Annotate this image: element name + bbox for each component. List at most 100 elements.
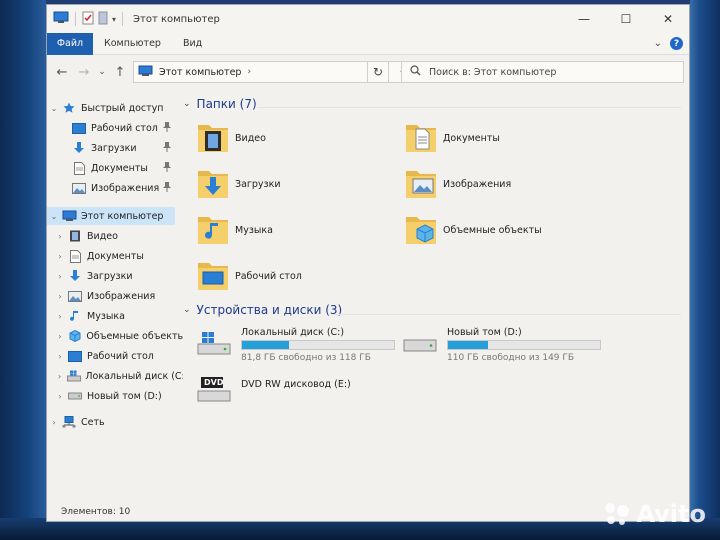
windows-drive-icon (66, 370, 81, 382)
explorer-window: ▾ Этот компьютер — ☐ ✕ Файл Компьютер Ви… (46, 4, 690, 522)
sidebar-item-3d-objects[interactable]: › Объемные объекты (47, 327, 183, 345)
drive-icon (67, 390, 83, 402)
folder-video[interactable]: Видео (197, 117, 397, 159)
drive-e-name: DVD RW дисковод (E:) (241, 379, 351, 390)
devices-group-header[interactable]: ⌄ Устройства и диски (3) (183, 303, 342, 317)
pin-icon (163, 142, 171, 154)
pictures-icon (71, 182, 87, 194)
back-button[interactable]: ← (51, 65, 73, 80)
sidebar-item-new-volume-d[interactable]: › Новый том (D:) (47, 387, 183, 405)
sidebar-item-video[interactable]: › Видео (47, 227, 183, 245)
ribbon-tabs: Файл Компьютер Вид ⌄ ? (47, 32, 689, 55)
download-icon (71, 142, 87, 154)
navigation-pane: ⌄ Быстрый доступ Рабочий стол Загрузки Д… (47, 95, 183, 495)
search-input[interactable]: Поиск в: Этот компьютер (429, 67, 556, 78)
window-title: Этот компьютер (133, 13, 220, 25)
chevron-right-icon[interactable]: › (47, 418, 61, 427)
sidebar-item-pictures-pinned[interactable]: Изображения (47, 179, 177, 197)
chevron-down-icon[interactable]: ⌄ (183, 305, 191, 315)
folder-downloads[interactable]: Загрузки (197, 163, 397, 205)
window-controls: — ☐ ✕ (563, 5, 689, 33)
chevron-right-icon[interactable]: › (53, 292, 67, 301)
drive-d-usage-fill (448, 341, 488, 349)
recent-locations-button[interactable]: ⌄ (95, 67, 109, 77)
folder-pictures[interactable]: Изображения (405, 163, 605, 205)
music-icon (67, 310, 83, 322)
sidebar-item-desktop[interactable]: › Рабочий стол (47, 347, 183, 365)
sidebar-item-quick-access[interactable]: ⌄ Быстрый доступ (47, 99, 177, 117)
close-button[interactable]: ✕ (647, 5, 689, 33)
help-icon[interactable]: ? (670, 37, 683, 50)
chevron-right-icon[interactable]: › (53, 252, 67, 261)
download-icon (67, 270, 83, 282)
folder-desktop[interactable]: Рабочий стол (197, 255, 397, 297)
sidebar-item-desktop-pinned[interactable]: Рабочий стол (47, 119, 177, 137)
folder-3d-objects[interactable]: Объемные объекты (405, 209, 605, 251)
sidebar-item-local-disk-c[interactable]: › Локальный диск (C:) (47, 367, 183, 385)
watermark-text: Avito (636, 500, 706, 528)
drive-d[interactable]: Новый том (D:) 110 ГБ свободно из 149 ГБ (403, 327, 613, 367)
music-folder-icon (198, 217, 228, 244)
video-icon (67, 230, 83, 242)
devices-header-label: Устройства и диски (3) (196, 303, 343, 317)
chevron-right-icon[interactable]: › (53, 332, 67, 341)
3d-objects-icon (67, 330, 83, 342)
properties-icon[interactable] (82, 11, 94, 28)
drive-d-name: Новый том (D:) (447, 327, 522, 338)
dvd-badge: DVD (204, 378, 224, 387)
sidebar-item-documents-pinned[interactable]: Документы (47, 159, 177, 177)
windows-drive-icon (197, 331, 231, 358)
drive-e[interactable]: DVD DVD RW дисковод (E:) (197, 375, 407, 415)
sidebar-item-documents[interactable]: › Документы (47, 247, 183, 265)
desktop-icon (71, 122, 87, 134)
chevron-right-icon[interactable]: › (53, 272, 67, 281)
chevron-right-icon[interactable]: › (53, 352, 67, 361)
maximize-button[interactable]: ☐ (605, 5, 647, 33)
content-pane: ⌄ Папки (7) Видео Документы Загрузки Изо… (183, 95, 689, 505)
expand-ribbon-icon[interactable]: ⌄ (654, 38, 662, 49)
tab-view[interactable]: Вид (172, 33, 213, 55)
breadcrumb-arrow-icon[interactable]: › (247, 67, 251, 77)
3d-objects-folder-icon (406, 217, 436, 244)
minimize-button[interactable]: — (563, 5, 605, 33)
pin-icon (163, 182, 171, 194)
chevron-right-icon[interactable]: › (53, 312, 67, 321)
monitor-bezel-left (0, 0, 46, 540)
drive-c[interactable]: Локальный диск (C:) 81,8 ГБ свободно из … (197, 327, 407, 367)
sidebar-item-network[interactable]: › Сеть (47, 413, 177, 431)
watermark: Avito (602, 500, 706, 528)
tab-file[interactable]: Файл (47, 32, 93, 55)
forward-button[interactable]: → (73, 65, 95, 80)
refresh-button[interactable]: ↻ (367, 61, 389, 83)
customize-toolbar-icon[interactable]: ▾ (112, 15, 116, 24)
sidebar-item-this-pc[interactable]: ⌄ Этот компьютер (47, 207, 175, 225)
video-folder-icon (198, 125, 228, 152)
up-button[interactable]: ↑ (109, 65, 131, 80)
downloads-folder-icon (198, 171, 228, 198)
star-icon (61, 102, 77, 114)
chevron-right-icon[interactable]: › (53, 232, 67, 241)
pictures-folder-icon (406, 171, 436, 198)
chevron-down-icon[interactable]: ⌄ (47, 104, 61, 113)
folder-music[interactable]: Музыка (197, 209, 397, 251)
breadcrumb-this-pc[interactable]: Этот компьютер (159, 67, 241, 78)
chevron-down-icon[interactable]: ⌄ (183, 99, 191, 109)
chevron-right-icon[interactable]: › (53, 392, 67, 401)
drive-c-usage-bar (241, 340, 395, 350)
title-bar: ▾ Этот компьютер — ☐ ✕ (47, 5, 689, 33)
search-box[interactable]: Поиск в: Этот компьютер (401, 61, 684, 83)
chevron-down-icon[interactable]: ⌄ (47, 212, 61, 221)
drive-icon (403, 331, 437, 358)
chevron-right-icon[interactable]: › (53, 372, 66, 381)
item-count: Элементов: 10 (61, 507, 131, 517)
folder-documents[interactable]: Документы (405, 117, 605, 159)
sidebar-item-downloads[interactable]: › Загрузки (47, 267, 183, 285)
tab-computer[interactable]: Компьютер (93, 33, 172, 55)
computer-icon (61, 210, 77, 222)
sidebar-item-pictures[interactable]: › Изображения (47, 287, 183, 305)
sidebar-item-music[interactable]: › Музыка (47, 307, 183, 325)
status-bar: Элементов: 10 (47, 503, 689, 521)
sidebar-item-downloads-pinned[interactable]: Загрузки (47, 139, 177, 157)
folders-group-header[interactable]: ⌄ Папки (7) (183, 97, 257, 111)
new-folder-icon[interactable] (98, 11, 108, 28)
